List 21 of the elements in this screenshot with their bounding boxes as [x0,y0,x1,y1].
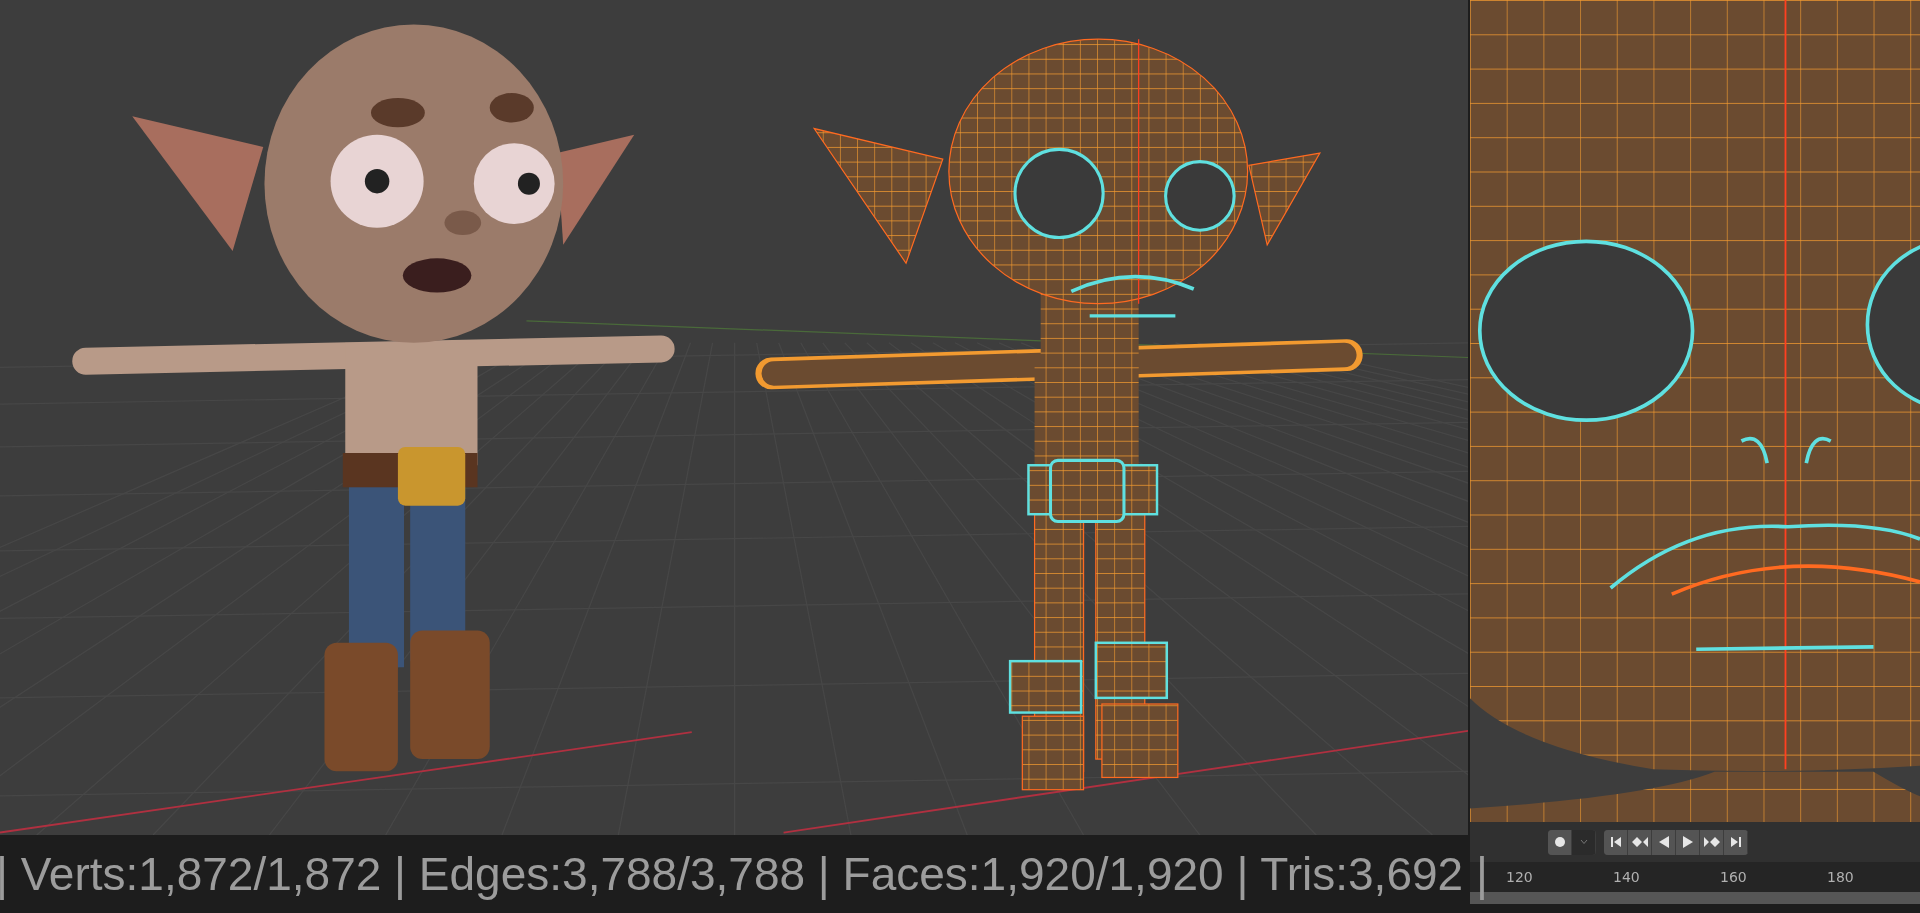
frame-number: 120 [1506,869,1534,885]
previous-keyframe-icon [1631,836,1648,848]
skip-end-icon [1729,836,1742,848]
play-icon [1681,836,1694,848]
frame-number: 160 [1720,869,1748,885]
chevron-down-icon [1579,839,1588,845]
scene-statistics: | Verts:1,872/1,872 | Edges:3,788/3,788 | Faces:1,920/1,920 | Tris:3,692 | [0,847,1488,901]
next-key-button[interactable] [1700,829,1724,855]
frame-number: 140 [1613,869,1641,885]
play-reverse-button[interactable] [1652,829,1676,855]
jump-start-button[interactable] [1604,829,1628,855]
next-keyframe-icon [1703,836,1720,848]
record-dot-icon [1553,836,1566,848]
skip-start-icon [1609,836,1622,848]
record-button[interactable] [1548,829,1572,855]
frame-number: 180 [1827,869,1855,885]
play-reverse-icon [1657,836,1670,848]
jump-end-button[interactable] [1724,829,1748,855]
viewport-3d[interactable] [0,0,1468,835]
play-button[interactable] [1676,829,1700,855]
prev-key-button[interactable] [1628,829,1652,855]
